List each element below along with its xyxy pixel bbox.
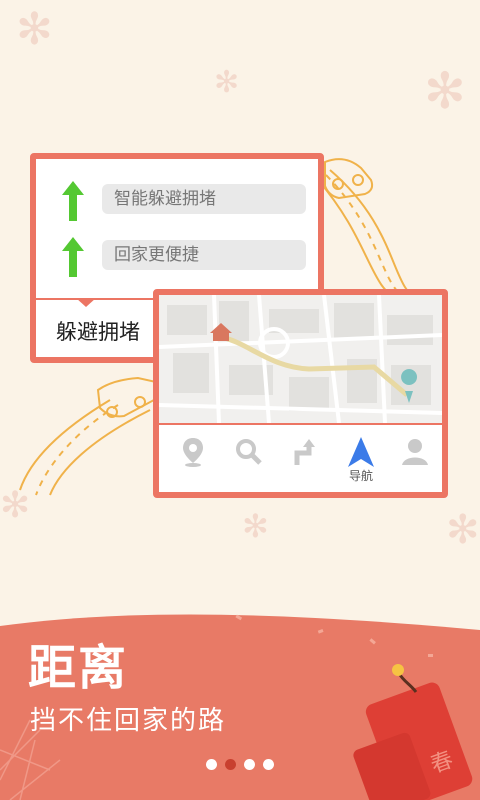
map-divider (159, 423, 442, 425)
tip-option-label: 回家更便捷 (102, 240, 306, 270)
nav-route-button[interactable] (277, 435, 333, 487)
tip-option-row[interactable]: 智能躲避拥堵 (36, 175, 318, 229)
up-arrow-icon (62, 181, 84, 221)
banner-title: 距离 (28, 640, 129, 696)
snowflake-icon: ✻ (446, 507, 480, 553)
search-icon (236, 439, 262, 465)
map-card: 导航 (153, 289, 448, 498)
nav-user-button[interactable] (387, 435, 443, 487)
user-icon (402, 439, 428, 465)
map-view[interactable] (159, 295, 442, 423)
snowflake-icon: ✻ (242, 507, 269, 545)
snowflake-icon: ✻ (424, 62, 466, 120)
banner-subtitle: 挡不住回家的路 (30, 706, 227, 736)
page-indicator-dot[interactable] (263, 759, 274, 770)
snowflake-icon: ✻ (16, 4, 53, 55)
location-pin-icon (183, 438, 203, 467)
snowflake-icon: ✻ (214, 65, 240, 100)
page-indicator-dot-active[interactable] (225, 759, 236, 770)
car-icon (324, 158, 374, 200)
navigation-arrow-icon (348, 437, 374, 467)
nav-location-button[interactable] (165, 435, 221, 487)
tip-option-label: 智能躲避拥堵 (102, 184, 306, 214)
tip-footer-label: 躲避拥堵 (56, 320, 140, 344)
route-turn-icon (294, 439, 315, 465)
page-indicator-dot[interactable] (244, 759, 255, 770)
up-arrow-icon (62, 237, 84, 277)
tip-option-row[interactable]: 回家更便捷 (36, 231, 318, 285)
page-indicator-dot[interactable] (206, 759, 217, 770)
nav-navigation-button[interactable]: 导航 (333, 435, 389, 487)
nav-search-button[interactable] (221, 435, 277, 487)
nav-navigation-label: 导航 (348, 469, 373, 483)
